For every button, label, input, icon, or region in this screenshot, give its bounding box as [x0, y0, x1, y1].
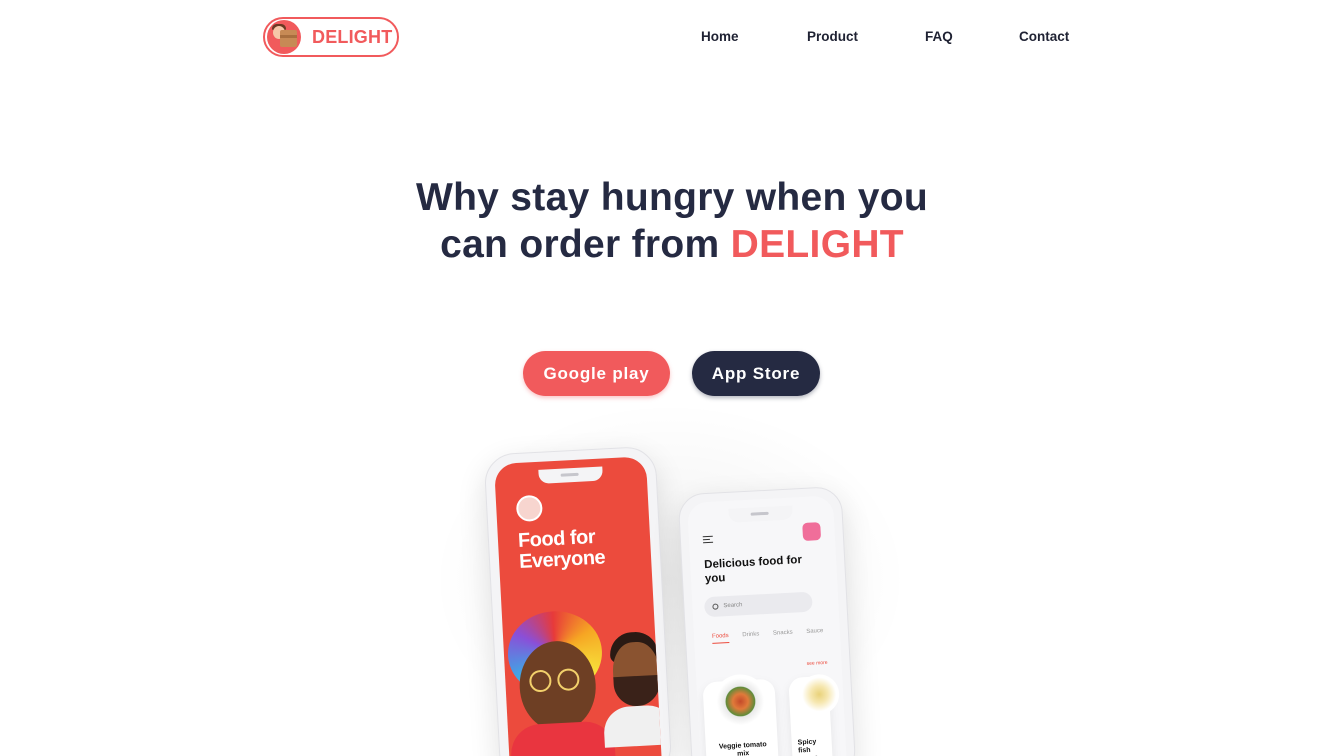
character-illustration-man: [602, 630, 663, 748]
phone-tab-sauce: Sauce: [806, 628, 824, 635]
food-plate-image: [798, 673, 841, 716]
hero-brand-accent: DELIGHT: [730, 223, 904, 266]
phone-left-screen: Food for Everyone: [493, 456, 663, 756]
hamburger-menu-icon: [702, 535, 714, 544]
nav-contact[interactable]: Contact: [1019, 29, 1069, 44]
google-play-button[interactable]: Google play: [523, 351, 670, 396]
logo-mascot-icon: [267, 20, 301, 54]
nav-home[interactable]: Home: [701, 29, 739, 44]
logo[interactable]: DELIGHT: [263, 17, 399, 57]
phone-tab-foods: Foods: [711, 633, 730, 644]
phone-tab-drinks: Drinks: [742, 631, 760, 639]
phone-mockup-right: Delicious food for you Search Foods Drin…: [677, 485, 857, 756]
food-card: Veggie tomato mix: [702, 673, 780, 756]
hero-line-1: Why stay hungry when you: [415, 176, 929, 219]
logo-text: DELIGHT: [312, 26, 393, 47]
food-plate-image: [712, 673, 769, 730]
app-store-button[interactable]: App Store: [692, 351, 820, 396]
phone-see-more: see more: [806, 659, 828, 667]
profile-avatar: [802, 522, 822, 541]
phone-notch: [728, 505, 793, 523]
landing-page: DELIGHT Home Product FAQ Contact Why sta…: [0, 0, 1344, 756]
phone-notch: [538, 466, 603, 484]
food-card-label: Spicy fish sauce: [797, 738, 819, 756]
food-card: Spicy fish sauce: [788, 673, 841, 756]
phone-left-title: Food for Everyone: [517, 526, 606, 573]
phone-search-placeholder: Search: [723, 602, 743, 610]
phone-category-tabs: Foods Drinks Snacks Sauce: [711, 626, 848, 644]
character-illustration-woman: [505, 608, 616, 756]
nav-product[interactable]: Product: [807, 29, 858, 44]
nav-faq[interactable]: FAQ: [925, 29, 953, 44]
phone-tab-snacks: Snacks: [772, 629, 793, 637]
phone-right-screen: Delicious food for you Search Foods Drin…: [686, 495, 848, 756]
phone-search-bar: Search: [703, 591, 813, 618]
hero-headline: Why stay hungry when you can order from …: [0, 174, 1344, 268]
chef-avatar-icon: [515, 494, 544, 523]
hero-line-2: can order from: [440, 223, 731, 266]
food-card-label: Veggie tomato mix: [718, 741, 767, 756]
search-icon: [712, 603, 719, 610]
phone-right-title: Delicious food for you: [703, 554, 803, 586]
phone-mockup-left: Food for Everyone: [483, 445, 673, 756]
